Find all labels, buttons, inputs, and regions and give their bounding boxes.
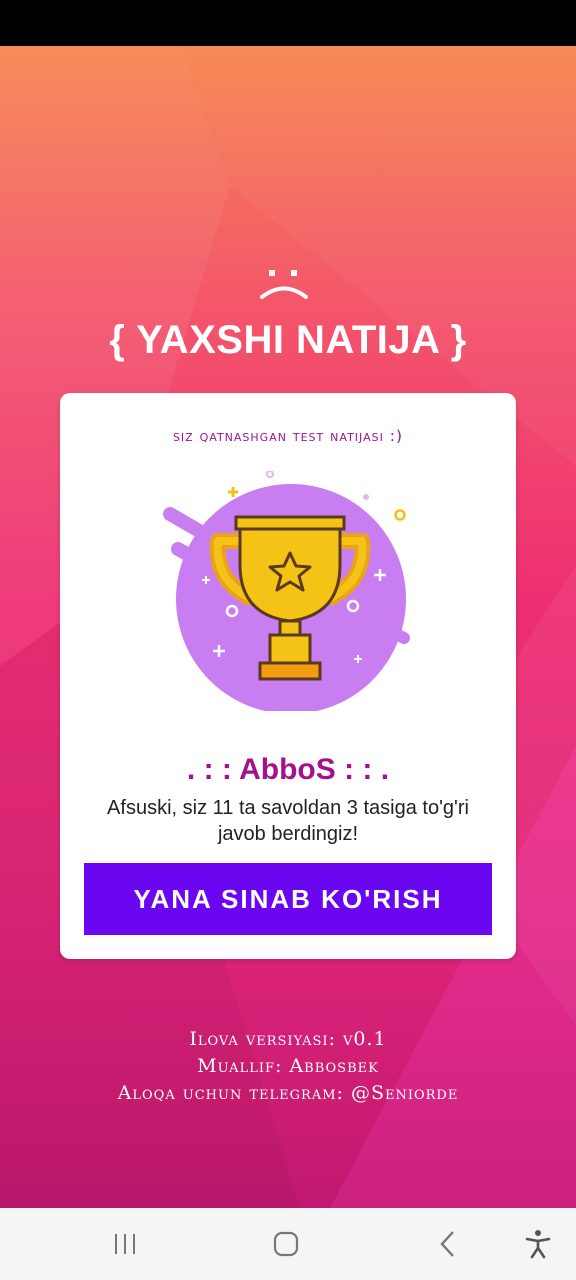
home-button[interactable] (256, 1208, 316, 1280)
user-name: . : : AbboS : : . (186, 753, 390, 786)
accessibility-button[interactable] (508, 1208, 568, 1280)
back-icon (440, 1231, 454, 1257)
trophy-icon (163, 471, 410, 711)
app-author: Muallif: Abbosbek (197, 1055, 379, 1077)
recent-apps-icon (115, 1234, 135, 1254)
system-nav-bar (0, 1208, 576, 1280)
card-subtitle: siz qatnashgan test natijasi :) (172, 427, 404, 445)
accessibility-icon (525, 1230, 551, 1259)
contact-telegram: Aloqa uchun telegram: @Seniorde (117, 1082, 459, 1104)
result-text: Afsuski, siz 11 ta savoldan 3 tasiga to'… (107, 797, 469, 845)
back-button[interactable] (418, 1208, 478, 1280)
app-info: Ilova versiyasi: v0.1 Muallif: Abbosbek … (0, 1026, 576, 1107)
result-card: siz qatnashgan test natijasi :) . : : Ab… (60, 393, 516, 959)
app-version: Ilova versiyasi: v0.1 (189, 1028, 387, 1050)
home-icon (273, 1231, 299, 1257)
status-bar (0, 0, 576, 46)
recent-apps-button[interactable] (95, 1208, 155, 1280)
sad-face-icon (260, 270, 308, 299)
result-title: { YAXSHI NATIJA } (109, 318, 467, 362)
retry-button[interactable]: YANA SINAB KO'RISH (84, 863, 492, 935)
